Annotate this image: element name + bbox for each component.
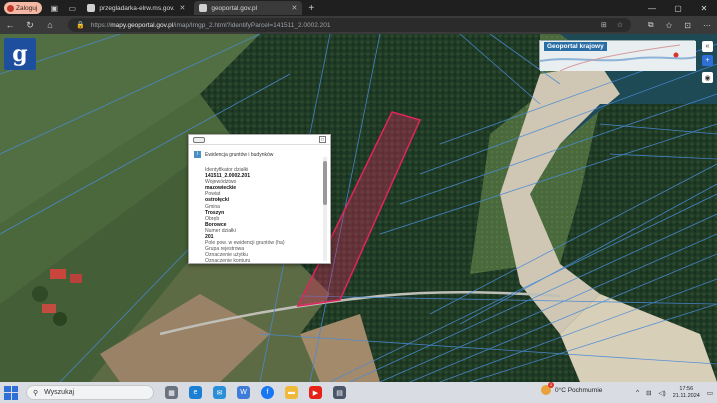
overview-title: Geoportal krajowy	[544, 42, 607, 51]
map-view[interactable]: g Geoportal krajowy « + ◉ □ i Ewidencja …	[0, 34, 717, 382]
building	[50, 269, 66, 279]
browser-tab-bar: Zaloguj ▣ ▭ przegladarka-elrw.ms.gov.pl/…	[0, 0, 717, 16]
mail-icon[interactable]: ✉	[213, 386, 226, 399]
home-icon[interactable]: ⌂	[40, 20, 60, 30]
window-controls: — ▢ ✕	[639, 0, 717, 16]
youtube-icon[interactable]: ▶	[309, 386, 322, 399]
popup-close-icon[interactable]: □	[319, 136, 326, 143]
file-explorer-icon[interactable]: ▬	[285, 386, 298, 399]
popup-header: □	[189, 135, 330, 145]
parcel-info-popup: □ i Ewidencja gruntów i budynków Identyf…	[188, 134, 331, 264]
popup-body: Identyfikator działki 141511_2.0002.201 …	[205, 167, 323, 265]
address-bar[interactable]: 🔒 https://mapy.geoportal.gov.pl/imap/Img…	[68, 18, 631, 32]
popup-scroll-thumb[interactable]	[323, 161, 327, 205]
building	[70, 274, 82, 283]
windows-taskbar: ⚲ Wyszukaj ▦ e ✉ W f ▬ ▶ ▤ 1 0°C Pochmur…	[0, 382, 717, 403]
favorite-star-icon[interactable]: ☆	[617, 21, 623, 29]
calculator-icon[interactable]: ▤	[333, 386, 346, 399]
notifications-icon[interactable]: ▭	[707, 389, 713, 397]
info-icon: i	[194, 151, 201, 158]
weather-text: 0°C Pochmurnie	[555, 386, 603, 394]
facebook-icon[interactable]: f	[261, 386, 274, 399]
tab-favicon-icon	[199, 4, 208, 12]
tab-close-icon[interactable]: ✕	[179, 4, 185, 12]
popup-minimize-icon[interactable]	[193, 137, 205, 143]
collections-icon[interactable]: ⊡	[684, 21, 691, 30]
maximize-icon[interactable]: ▢	[665, 0, 691, 16]
tab-title: geoportal.gov.pl	[211, 4, 258, 12]
tab-favicon-icon	[87, 4, 96, 12]
start-icon[interactable]	[4, 385, 18, 400]
back-icon[interactable]: ←	[0, 20, 20, 30]
edge-icon[interactable]: e	[189, 386, 202, 399]
search-icon: ⚲	[33, 389, 39, 397]
tray-chevron-icon[interactable]: ^	[636, 389, 639, 396]
more-menu-icon[interactable]: ⋯	[703, 21, 711, 30]
logo-letter: g	[12, 41, 28, 67]
volume-icon[interactable]: ◁)	[659, 389, 666, 397]
url-path: /imap/Imgp_2.html?identifyParcel=141511_…	[173, 21, 331, 29]
taskbar-search[interactable]: ⚲ Wyszukaj	[26, 385, 154, 400]
geoportal-logo[interactable]: g	[4, 38, 36, 70]
clock[interactable]: 17:56 21.11.2024	[673, 386, 700, 400]
tab-actions-icon[interactable]: ▭	[66, 2, 78, 14]
popup-scrollbar[interactable]	[323, 157, 327, 261]
word-document-icon[interactable]: W	[237, 386, 250, 399]
clock-date: 21.11.2024	[672, 392, 700, 399]
task-view-icon[interactable]: ▦	[165, 386, 178, 399]
minimize-icon[interactable]: —	[639, 0, 665, 16]
tab-close-icon[interactable]: ✕	[291, 4, 297, 12]
address-row: ← ↻ ⌂ 🔒 https://mapy.geoportal.gov.pl/im…	[0, 16, 717, 34]
new-tab-icon[interactable]: +	[308, 3, 314, 14]
profile-button[interactable]: Zaloguj	[4, 2, 43, 14]
tab-geoportal[interactable]: geoportal.gov.pl ✕	[194, 1, 303, 15]
clock-time: 17:56	[679, 385, 694, 392]
tab-przegladarka[interactable]: przegladarka-elrw.ms.gov.pl/elektr... ✕	[82, 1, 190, 15]
system-tray: ^ ⊟ ◁) 17:56 21.11.2024 ▭	[636, 382, 713, 403]
favorites-icon[interactable]: ✩	[666, 21, 673, 30]
notification-badge: 1	[548, 382, 554, 388]
popup-section-header[interactable]: i Ewidencja gruntów i budynków	[194, 151, 273, 158]
eye-icon[interactable]: ◉	[702, 72, 713, 83]
network-icon[interactable]: ⊟	[646, 389, 651, 397]
lock-icon[interactable]: 🔒	[76, 21, 85, 29]
search-placeholder: Wyszukaj	[44, 389, 75, 396]
field-label: Oznaczenie konturu	[205, 258, 251, 265]
profile-avatar-icon	[7, 4, 14, 12]
close-window-icon[interactable]: ✕	[691, 0, 717, 16]
building	[42, 304, 56, 313]
weather-icon: 1	[541, 382, 554, 395]
popup-section-title: Ewidencja gruntów i budynków	[205, 151, 274, 158]
url-host: mapy.geoportal.gov.pl	[110, 21, 174, 29]
overview-map[interactable]: Geoportal krajowy	[539, 40, 696, 71]
satellite-map[interactable]	[0, 34, 717, 382]
collapse-overview-icon[interactable]: «	[702, 41, 713, 52]
tab-title: przegladarka-elrw.ms.gov.pl/elektr...	[99, 4, 175, 12]
refresh-icon[interactable]: ↻	[20, 20, 40, 31]
workspaces-icon[interactable]: ▣	[48, 2, 60, 14]
extensions-icon[interactable]: ⧉	[648, 20, 654, 30]
apps-icon[interactable]: ⊞	[601, 21, 607, 29]
url-scheme: https://	[90, 21, 111, 29]
zoom-in-icon[interactable]: +	[702, 55, 713, 66]
weather-widget[interactable]: 1 0°C Pochmurnie	[541, 382, 603, 395]
profile-label: Zaloguj	[16, 4, 38, 12]
